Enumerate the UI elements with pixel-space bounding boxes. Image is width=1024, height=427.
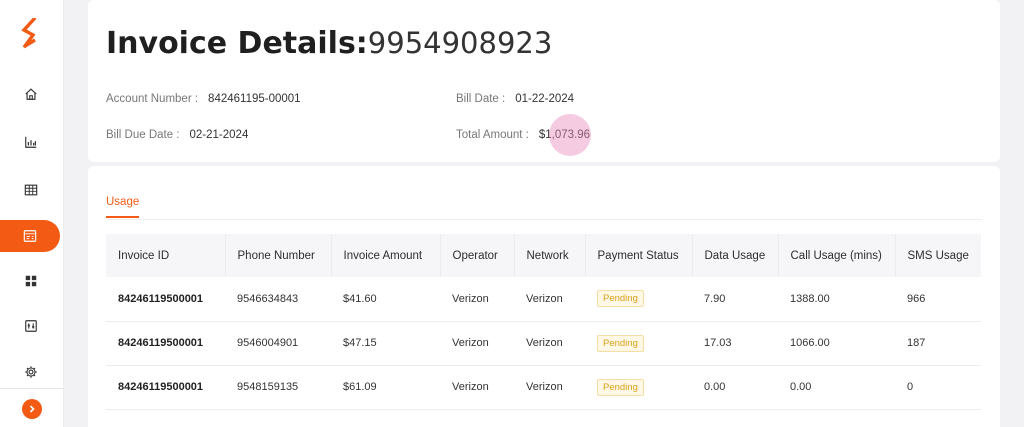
account-number-field: Account Number : 842461195-00001 xyxy=(106,93,301,105)
sidebar-item-home[interactable] xyxy=(0,78,62,110)
sidebar-item-tables[interactable] xyxy=(0,174,62,206)
table-row[interactable]: 84246119500001 9548159135 $61.09 Verizon… xyxy=(106,365,981,409)
table-row[interactable]: 84246119500001 9546004901 $47.15 Verizon… xyxy=(106,321,981,365)
invoice-number: 9954908923 xyxy=(367,26,553,60)
cell-network: Verizon xyxy=(526,292,563,305)
column-header-phone-number[interactable]: Phone Number xyxy=(225,234,332,277)
cell-invoice-id: 84246119500001 xyxy=(118,381,204,393)
bill-date-label: Bill Date : xyxy=(456,93,506,105)
usage-card: Usage Invoice ID Phone Number Invoice Am… xyxy=(88,166,1000,427)
page-title-label: Invoice Details: xyxy=(106,26,368,61)
column-header-payment-status[interactable]: Payment Status xyxy=(585,234,693,277)
chevron-right-icon xyxy=(29,405,35,413)
cell-sms-usage: 966 xyxy=(907,292,926,305)
sidebar-item-reports[interactable] xyxy=(0,310,62,342)
bar-chart-icon xyxy=(25,136,37,148)
sidebar-item-analytics[interactable] xyxy=(0,126,62,158)
cell-payment-status: Pending xyxy=(585,277,692,321)
cell-payment-status: Pending xyxy=(585,365,692,409)
report-icon xyxy=(25,320,37,332)
invoice-icon xyxy=(23,230,37,242)
cell-sms-usage: 187 xyxy=(907,337,926,349)
account-number-value: 842461195-00001 xyxy=(208,93,301,105)
sidebar-item-settings[interactable] xyxy=(0,356,62,388)
cell-operator: Verizon xyxy=(452,381,489,393)
cell-phone-number: 9546634843 xyxy=(237,292,299,305)
column-header-network[interactable]: Network xyxy=(514,234,586,277)
column-header-sms-usage[interactable]: SMS Usage xyxy=(895,234,981,277)
cell-invoice-id: 84246119500001 xyxy=(118,337,204,349)
table-row[interactable]: 84246119500001 9546634843 $41.60 Verizon… xyxy=(106,277,981,321)
table-icon xyxy=(24,184,38,196)
bill-due-date-label: Bill Due Date : xyxy=(106,129,180,141)
page-title: Invoice Details:9954908923 xyxy=(106,24,552,61)
tab-bar: Usage xyxy=(106,196,982,220)
cell-operator: Verizon xyxy=(452,337,489,349)
cell-network: Verizon xyxy=(526,337,563,349)
total-amount-label: Total Amount : xyxy=(456,129,529,141)
cell-call-usage: 1388.00 xyxy=(790,292,830,305)
cell-phone-number: 9548159135 xyxy=(237,381,299,393)
column-header-invoice-amount[interactable]: Invoice Amount xyxy=(331,234,441,277)
table-header-row: Invoice ID Phone Number Invoice Amount O… xyxy=(106,234,981,277)
status-badge: Pending xyxy=(597,334,644,352)
column-header-invoice-id[interactable]: Invoice ID xyxy=(106,234,226,277)
cell-sms-usage: 0 xyxy=(907,381,914,393)
column-header-data-usage[interactable]: Data Usage xyxy=(692,234,779,277)
tab-usage[interactable]: Usage xyxy=(106,196,140,218)
cell-data-usage: 17.03 xyxy=(704,337,732,349)
cell-network: Verizon xyxy=(526,381,563,393)
sidebar-item-invoices[interactable] xyxy=(0,220,60,252)
cell-invoice-amount: $61.09 xyxy=(343,381,377,393)
cell-call-usage: 1066.00 xyxy=(790,337,830,349)
cell-phone-number: 9546004901 xyxy=(237,337,299,349)
brand-logo-icon[interactable] xyxy=(20,18,40,52)
column-header-call-usage[interactable]: Call Usage (mins) xyxy=(778,234,896,277)
sidebar-divider xyxy=(0,388,64,389)
sidebar-item-dashboard[interactable] xyxy=(0,265,62,297)
status-badge: Pending xyxy=(597,290,644,308)
account-number-label: Account Number : xyxy=(106,93,199,105)
cursor-highlight xyxy=(549,114,591,156)
bill-date-value: 01-22-2024 xyxy=(515,93,575,105)
home-icon xyxy=(25,88,37,100)
bill-date-field: Bill Date : 01-22-2024 xyxy=(456,93,574,105)
cell-invoice-amount: $47.15 xyxy=(343,337,377,349)
cell-payment-status: Pending xyxy=(585,321,692,365)
cell-data-usage: 0.00 xyxy=(704,381,726,393)
expand-sidebar-button[interactable] xyxy=(22,399,42,419)
cell-call-usage: 0.00 xyxy=(790,381,812,393)
gear-icon xyxy=(25,366,37,378)
status-badge: Pending xyxy=(597,378,644,396)
sidebar xyxy=(0,0,64,427)
bill-due-date-field: Bill Due Date : 02-21-2024 xyxy=(106,129,248,141)
cell-invoice-id: 84246119500001 xyxy=(118,292,204,305)
invoice-header-card: Invoice Details:9954908923 Account Numbe… xyxy=(88,0,1000,162)
cell-invoice-amount: $41.60 xyxy=(343,292,377,305)
grid-icon xyxy=(25,275,37,287)
cell-data-usage: 7.90 xyxy=(704,292,726,305)
cell-operator: Verizon xyxy=(452,292,489,305)
column-header-operator[interactable]: Operator xyxy=(440,234,515,277)
usage-table: Invoice ID Phone Number Invoice Amount O… xyxy=(106,234,981,410)
bill-due-date-value: 02-21-2024 xyxy=(189,129,249,141)
